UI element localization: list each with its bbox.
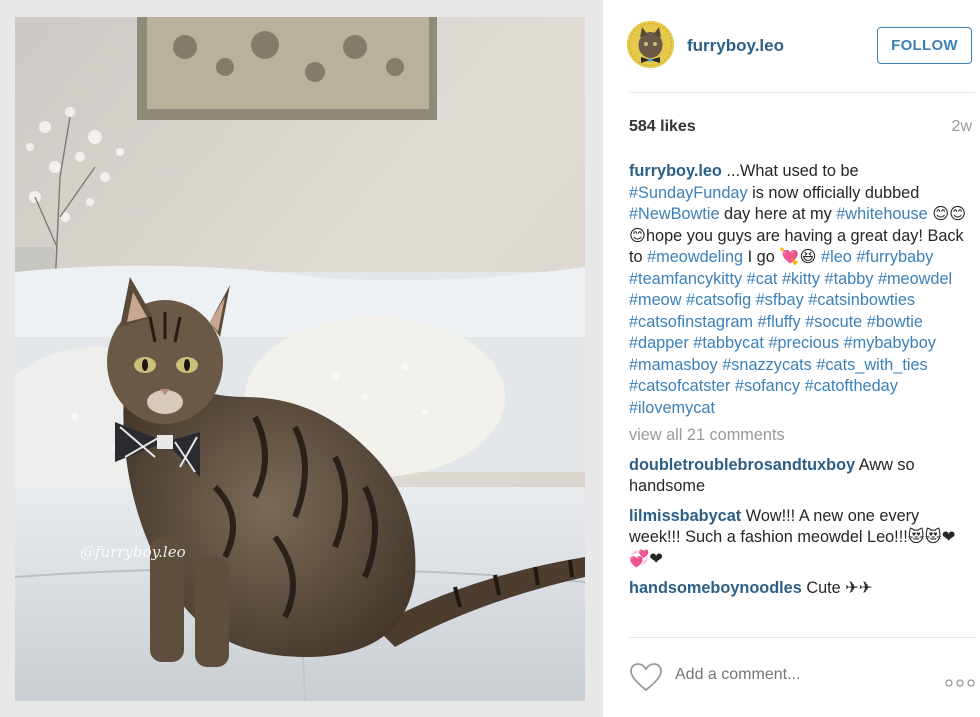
hashtag-link[interactable]: #catoftheday [805,377,898,395]
hashtag-link[interactable]: #sofancy [735,377,800,395]
hashtag-link[interactable]: #cats_with_ties [816,356,927,374]
comment-item: lilmissbabycat Wow!!! A new one every we… [629,506,975,571]
hashtag-link[interactable]: #catsofig [686,291,751,309]
hashtag-link[interactable]: #meowdel [878,270,952,288]
hashtag-link[interactable]: #ilovemycat [629,399,715,417]
hashtag-link[interactable]: #NewBowtie [629,205,720,223]
hashtag-link[interactable]: #mybabyboy [844,334,936,352]
avatar[interactable] [627,21,674,68]
hashtag-link[interactable]: #cat [747,270,778,288]
hashtag-link[interactable]: #precious [768,334,839,352]
hashtag-link[interactable]: #fluffy [758,313,801,331]
photo-panel: @furryboy.leo [0,0,603,717]
photo-watermark: @furryboy.leo [80,543,186,561]
hashtag-link[interactable]: #meow [629,291,682,309]
post-age[interactable]: 2w [952,118,972,136]
comment-bar [629,660,975,694]
comment-username[interactable]: doubletroublebrosandtuxboy [629,456,855,474]
hashtag-link[interactable]: #furrybaby [856,248,933,266]
caption-text-segment: is now officially dubbed [747,183,920,202]
hashtag-link[interactable]: #teamfancykitty [629,270,742,288]
hashtag-link[interactable]: #snazzycats [722,356,812,374]
comment-item: doubletroublebrosandtuxboy Aww so handso… [629,455,975,498]
divider [629,92,975,93]
hashtag-link[interactable]: #dapper [629,334,689,352]
heart-icon[interactable] [629,662,663,692]
hashtag-link[interactable]: #tabbycat [693,334,764,352]
hashtag-link[interactable]: #tabby [825,270,874,288]
post-username[interactable]: furryboy.leo [687,36,784,56]
hashtag-link[interactable]: #leo [821,248,852,266]
hashtag-link[interactable]: #mamasboy [629,356,718,374]
caption-username[interactable]: furryboy.leo [629,162,722,180]
comment-input[interactable] [675,666,915,684]
comment-text: Cute ✈✈ [801,579,873,597]
hashtag-link[interactable]: #kitty [782,270,820,288]
instagram-post-modal: @furryboy.leo furryboy.leo FOLLOW 584 li… [0,0,980,717]
likes-count[interactable]: 584 likes [629,118,696,136]
hashtag-link[interactable]: #sfbay [756,291,804,309]
caption: furryboy.leo ...What used to be #SundayF… [629,161,975,419]
comment-username[interactable]: lilmissbabycat [629,507,741,525]
caption-text-segment: I go 💘😆 [743,248,822,266]
divider [629,637,975,638]
comments-list[interactable]: furryboy.leo ...What used to be #SundayF… [629,161,975,637]
view-all-comments-link[interactable]: view all 21 comments [629,425,975,447]
post-header: furryboy.leo FOLLOW [627,20,977,72]
hashtag-link[interactable]: #catsinbowties [808,291,915,309]
comment-username[interactable]: handsomeboynoodles [629,579,802,597]
hashtag-link[interactable]: #whitehouse [836,205,927,223]
hashtag-link[interactable]: #meowdeling [647,248,743,266]
more-options-icon[interactable] [945,674,975,687]
hashtag-link[interactable]: #catsofinstagram [629,313,753,331]
comment-item: handsomeboynoodles Cute ✈✈ [629,578,975,600]
post-details: furryboy.leo FOLLOW 584 likes 2w furrybo… [603,0,980,717]
comment-items: doubletroublebrosandtuxboy Aww so handso… [629,455,975,600]
hashtag-link[interactable]: #bowtie [867,313,923,331]
hashtag-link[interactable]: #socute [805,313,862,331]
hashtag-link[interactable]: #SundayFunday [629,184,748,202]
post-photo[interactable]: @furryboy.leo [15,17,585,701]
follow-button[interactable]: FOLLOW [877,27,972,64]
hashtag-link[interactable]: #catsofcatster [629,377,730,395]
caption-text: ...What used to be #SundayFunday is now … [629,162,966,417]
caption-text-segment: day here at my [719,205,837,223]
caption-text-segment: ...What used to be [721,162,859,180]
